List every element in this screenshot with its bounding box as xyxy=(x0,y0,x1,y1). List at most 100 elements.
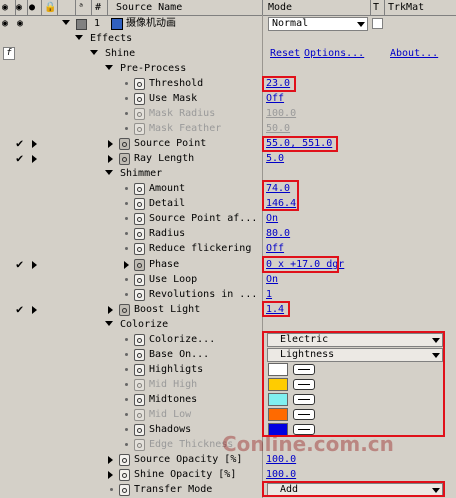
shine-twirl[interactable] xyxy=(90,50,98,55)
keyframe-check-icon[interactable]: ✔ xyxy=(16,303,23,316)
fx-toggle-icon[interactable]: f xyxy=(3,47,15,60)
radius-row[interactable]: Radius 80.0 xyxy=(0,226,456,241)
label-color-swatch[interactable] xyxy=(76,19,87,30)
about-link[interactable]: About... xyxy=(390,46,438,61)
stopwatch-icon[interactable] xyxy=(134,424,145,436)
effects-group-row[interactable]: Effects xyxy=(0,31,456,46)
stopwatch-icon[interactable] xyxy=(134,364,145,376)
base-on-dropdown[interactable]: Lightness xyxy=(267,348,443,362)
boost-light-row[interactable]: ✔ Boost Light 1.4 xyxy=(0,302,456,317)
stopwatch-icon[interactable] xyxy=(134,213,145,225)
boost-light-value[interactable]: 1.4 xyxy=(266,302,284,317)
mode-column[interactable]: Mode xyxy=(262,0,371,15)
source-point-aff-row[interactable]: Source Point af... On xyxy=(0,211,456,226)
stopwatch-icon[interactable] xyxy=(119,469,130,481)
eye-icon[interactable]: ◉ xyxy=(2,16,8,31)
reduce-flickering-value[interactable]: Off xyxy=(266,241,284,256)
number-column[interactable]: # xyxy=(91,0,108,15)
use-mask-value[interactable]: Off xyxy=(266,91,284,106)
eyedropper-icon[interactable] xyxy=(293,394,315,405)
detail-row[interactable]: Detail 146.4 xyxy=(0,196,456,211)
keyframe-nav-icon[interactable] xyxy=(32,155,37,163)
stopwatch-icon[interactable] xyxy=(134,93,145,105)
midtones-row[interactable]: Midtones xyxy=(0,392,456,407)
stopwatch-icon[interactable] xyxy=(134,289,145,301)
layer-name[interactable]: 摄像机动画 xyxy=(126,16,176,31)
reduce-flickering-row[interactable]: Reduce flickering Off xyxy=(0,241,456,256)
colorize-group-row[interactable]: Colorize xyxy=(0,317,456,332)
stopwatch-icon[interactable] xyxy=(119,153,130,165)
solo-column[interactable]: ● xyxy=(27,0,42,15)
highlights-row[interactable]: Highligts xyxy=(0,362,456,377)
stopwatch-icon[interactable] xyxy=(134,243,145,255)
revolutions-row[interactable]: Revolutions in ... 1 xyxy=(0,287,456,302)
source-point-aff-value[interactable]: On xyxy=(266,211,278,226)
trkmat-column[interactable]: TrkMat xyxy=(384,0,456,15)
shimmer-twirl[interactable] xyxy=(105,170,113,175)
source-name-column[interactable]: Source Name xyxy=(107,0,263,15)
stopwatch-icon[interactable] xyxy=(134,259,145,271)
use-loop-value[interactable]: On xyxy=(266,272,278,287)
options-link[interactable]: Options... xyxy=(304,46,364,61)
effects-twirl[interactable] xyxy=(75,35,83,40)
boost-light-twirl[interactable] xyxy=(108,306,113,314)
stopwatch-icon[interactable] xyxy=(119,304,130,316)
keyframe-check-icon[interactable]: ✔ xyxy=(16,137,23,150)
revolutions-value[interactable]: 1 xyxy=(266,287,272,302)
label-flag-column[interactable]: ᵃ xyxy=(75,0,92,15)
t-column[interactable]: T xyxy=(370,0,385,15)
colorize-option-row[interactable]: Colorize... Electric xyxy=(0,332,456,347)
pre-process-group-row[interactable]: Pre-Process xyxy=(0,61,456,76)
stopwatch-icon[interactable] xyxy=(134,394,145,406)
stopwatch-icon[interactable] xyxy=(134,349,145,361)
shine-opacity-row[interactable]: Shine Opacity [%] 100.0 xyxy=(0,467,456,482)
threshold-row[interactable]: Threshold 23.0 xyxy=(0,76,456,91)
keyframe-check-icon[interactable]: ✔ xyxy=(16,258,23,271)
stopwatch-icon[interactable] xyxy=(134,78,145,90)
preserve-transparency-checkbox[interactable] xyxy=(372,18,383,29)
ray-length-row[interactable]: ✔ Ray Length 5.0 xyxy=(0,151,456,166)
eyedropper-icon[interactable] xyxy=(293,364,315,375)
ray-length-twirl[interactable] xyxy=(108,155,113,163)
eyedropper-icon[interactable] xyxy=(293,409,315,420)
audio-icon[interactable]: ◉ xyxy=(17,16,23,31)
use-mask-row[interactable]: Use Mask Off xyxy=(0,91,456,106)
phase-row[interactable]: ✔ Phase 0 x +17.0 dgr xyxy=(0,257,456,272)
keyframe-nav-icon[interactable] xyxy=(32,261,37,269)
stopwatch-icon[interactable] xyxy=(134,334,145,346)
source-point-row[interactable]: ✔ Source Point 55.0, 551.0 xyxy=(0,136,456,151)
mid-high-color-swatch[interactable] xyxy=(268,378,288,391)
keyframe-nav-icon[interactable] xyxy=(32,140,37,148)
colorize-twirl[interactable] xyxy=(105,321,113,326)
highlights-color-swatch[interactable] xyxy=(268,363,288,376)
ray-length-value[interactable]: 5.0 xyxy=(266,151,284,166)
layer-twirl[interactable] xyxy=(62,20,70,25)
phase-value[interactable]: 0 x +17.0 dgr xyxy=(266,257,344,272)
radius-value[interactable]: 80.0 xyxy=(266,226,290,241)
pre-process-twirl[interactable] xyxy=(105,65,113,70)
stopwatch-icon[interactable] xyxy=(134,274,145,286)
shine-opacity-value[interactable]: 100.0 xyxy=(266,467,296,482)
eye-column[interactable]: ◉ xyxy=(0,0,16,15)
use-loop-row[interactable]: Use Loop On xyxy=(0,272,456,287)
layer-row[interactable]: ◉ ◉ 1 摄像机动画 Normal xyxy=(0,16,456,31)
eyedropper-icon[interactable] xyxy=(293,379,315,390)
stopwatch-icon[interactable] xyxy=(134,198,145,210)
stopwatch-icon[interactable] xyxy=(134,183,145,195)
midtones-color-swatch[interactable] xyxy=(268,393,288,406)
mid-low-row[interactable]: Mid Low xyxy=(0,407,456,422)
colorize-dropdown[interactable]: Electric xyxy=(267,333,443,347)
source-point-value[interactable]: 55.0, 551.0 xyxy=(266,136,332,151)
mid-low-color-swatch[interactable] xyxy=(268,408,288,421)
stopwatch-icon[interactable] xyxy=(119,138,130,150)
amount-row[interactable]: Amount 74.0 xyxy=(0,181,456,196)
lock-column[interactable]: 🔒 xyxy=(41,0,58,15)
shimmer-group-row[interactable]: Shimmer xyxy=(0,166,456,181)
mid-high-row[interactable]: Mid High xyxy=(0,377,456,392)
threshold-value[interactable]: 23.0 xyxy=(266,76,290,91)
reset-link[interactable]: Reset xyxy=(270,46,300,61)
source-opacity-twirl[interactable] xyxy=(108,456,113,464)
shine-effect-row[interactable]: f Shine Reset Options... About... xyxy=(0,46,456,61)
keyframe-nav-icon[interactable] xyxy=(32,306,37,314)
layer-mode-dropdown[interactable]: Normal xyxy=(268,17,368,31)
